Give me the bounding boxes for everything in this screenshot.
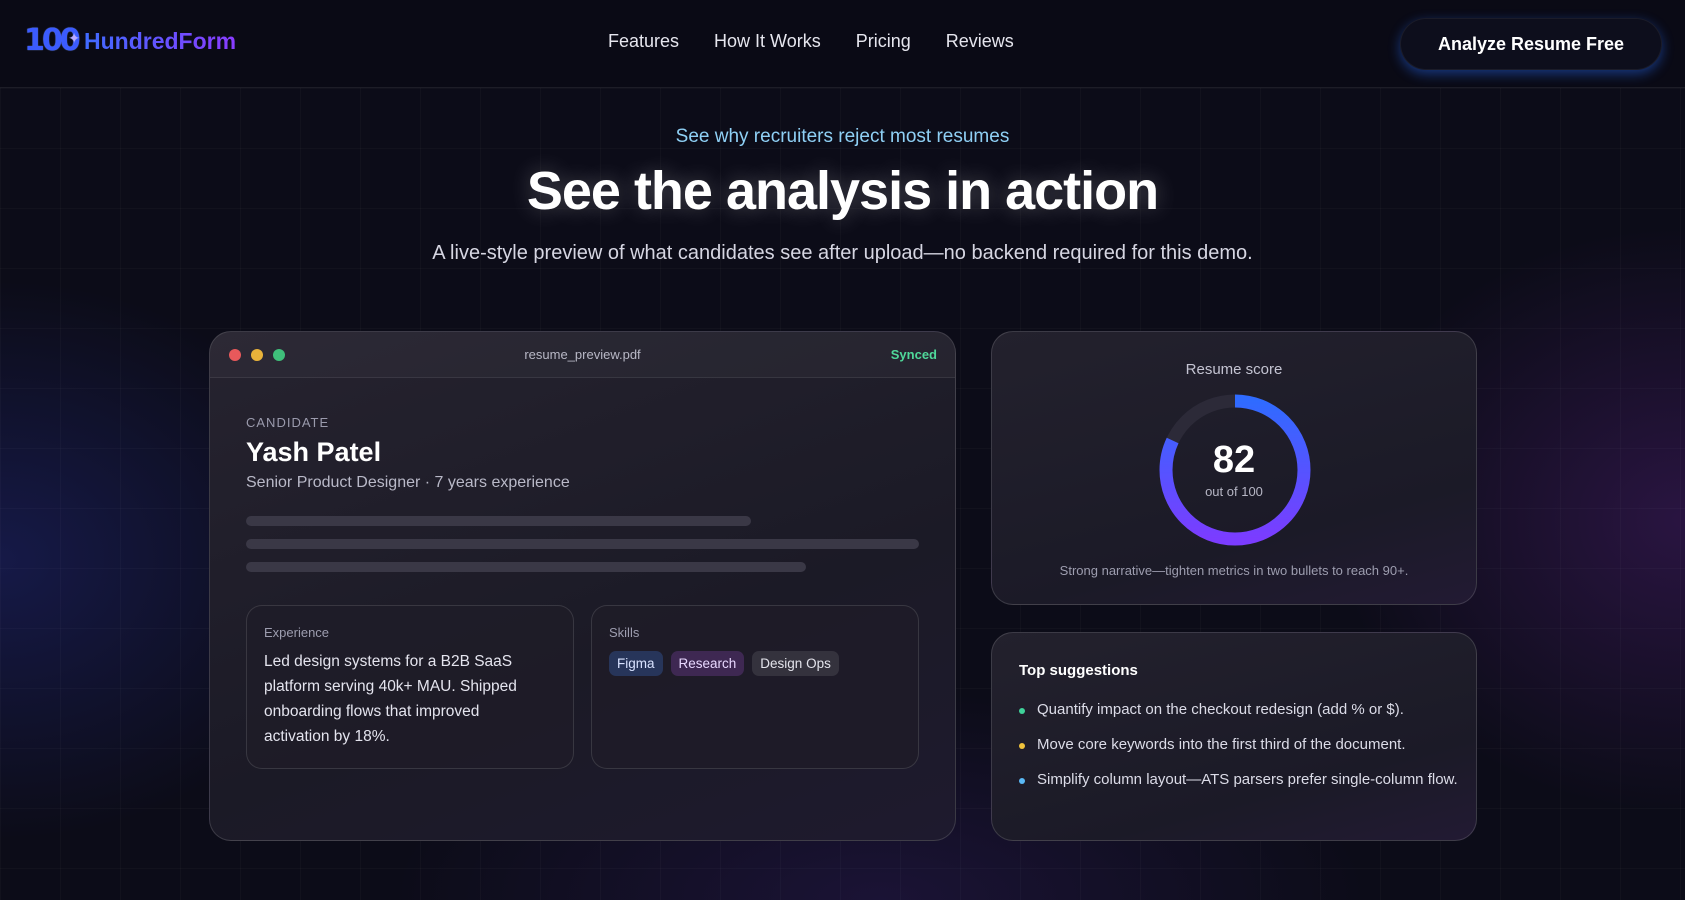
skills-card: Skills Figma Research Design Ops — [591, 605, 919, 769]
placeholder-line — [246, 539, 919, 549]
experience-card: Experience Led design systems for a B2B … — [246, 605, 574, 769]
top-nav: 100 ✦ HundredForm Features How It Works P… — [0, 0, 1685, 88]
bullet-dot-icon — [1019, 743, 1025, 749]
skills-title: Skills — [609, 625, 640, 640]
suggestion-item: Simplify column layout—ATS parsers prefe… — [1019, 769, 1459, 791]
skill-tag-research: Research — [670, 651, 745, 676]
candidate-name: Yash Patel — [246, 437, 382, 467]
file-name: resume_preview.pdf — [524, 347, 641, 362]
suggestions-title: Top suggestions — [1019, 662, 1138, 679]
nav-link-reviews[interactable]: Reviews — [946, 31, 1014, 52]
sync-status: Synced — [890, 347, 937, 362]
nav-links: Features How It Works Pricing Reviews — [608, 31, 1049, 52]
nav-link-features[interactable]: Features — [608, 31, 679, 52]
suggestions-list: Quantify impact on the checkout redesign… — [1019, 699, 1459, 804]
suggestion-item: Move core keywords into the first third … — [1019, 734, 1459, 756]
brand-logo[interactable]: 100 ✦ HundredForm — [24, 18, 236, 64]
analyze-resume-button[interactable]: Analyze Resume Free — [1400, 18, 1662, 70]
top-suggestions-card: Top suggestions Quantify impact on the c… — [991, 632, 1477, 841]
experience-text: Led design systems for a B2B SaaS platfo… — [264, 653, 517, 745]
placeholder-line — [246, 516, 751, 526]
bullet-dot-icon — [1019, 708, 1025, 714]
skill-tag-figma: Figma — [609, 651, 663, 676]
bullet-dot-icon — [1019, 778, 1025, 784]
brand-name: HundredForm — [84, 27, 237, 54]
hero-title: See the analysis in action — [526, 161, 1159, 221]
score-out-of: out of 100 — [1205, 484, 1263, 499]
hero-eyebrow: See why recruiters reject most resumes — [675, 126, 1010, 147]
window-titlebar: resume_preview.pdf Synced — [210, 332, 955, 378]
score-note: Strong narrative—tighten metrics in two … — [1059, 563, 1409, 578]
suggestion-item: Quantify impact on the checkout redesign… — [1019, 699, 1459, 721]
logo-mark-icon: 100 ✦ — [24, 23, 81, 58]
score-value: 82 — [1212, 439, 1256, 481]
resume-score-card: Resume score 82 out of 100 Strong narrat… — [991, 331, 1477, 605]
candidate-label: CANDIDATE — [246, 415, 330, 430]
nav-link-pricing[interactable]: Pricing — [856, 31, 911, 52]
skill-tag-design-ops: Design Ops — [752, 651, 839, 676]
placeholder-line — [246, 562, 806, 572]
candidate-role: Senior Product Designer · 7 years experi… — [246, 474, 570, 491]
score-title: Resume score — [1185, 361, 1283, 378]
skill-tags: Figma Research Design Ops — [609, 651, 839, 676]
nav-link-how-it-works[interactable]: How It Works — [714, 31, 821, 52]
hero-subtitle: A live-style preview of what candidates … — [432, 242, 1253, 264]
resume-preview-window: resume_preview.pdf Synced CANDIDATE Yash… — [209, 331, 956, 841]
experience-title: Experience — [264, 625, 330, 640]
